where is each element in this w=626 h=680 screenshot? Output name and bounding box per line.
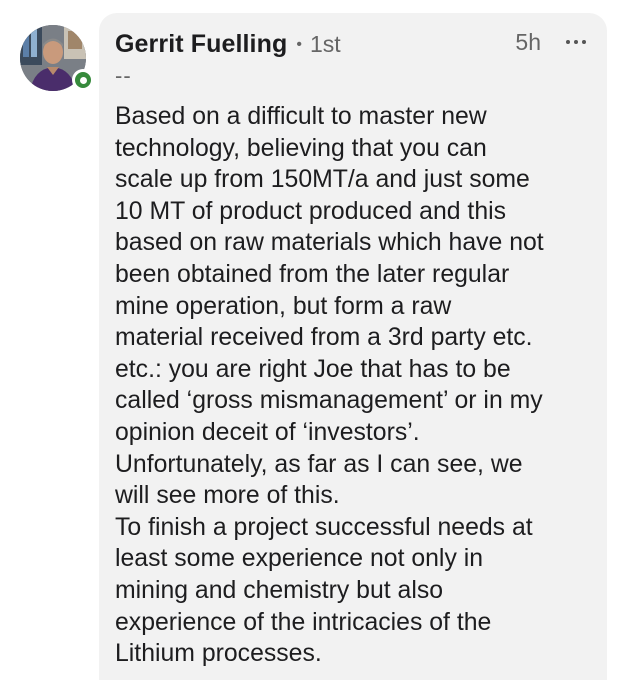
separator-dot: • bbox=[296, 36, 302, 53]
comment-item: Gerrit Fuelling • 1st 5h -- Based on a d… bbox=[0, 0, 626, 680]
connection-degree: 1st bbox=[309, 30, 341, 57]
author-avatar[interactable] bbox=[20, 25, 94, 91]
more-options-icon[interactable] bbox=[561, 27, 591, 57]
author-headline: -- bbox=[115, 63, 132, 88]
comment-header: Gerrit Fuelling • 1st 5h bbox=[115, 27, 591, 61]
author-name[interactable]: Gerrit Fuelling bbox=[115, 30, 287, 59]
comment-text: Based on a difficult to master new techn… bbox=[115, 103, 544, 668]
comment-timestamp: 5h bbox=[515, 29, 541, 55]
comment-bubble: Gerrit Fuelling • 1st 5h -- Based on a d… bbox=[99, 13, 607, 680]
online-status-icon bbox=[72, 69, 94, 91]
